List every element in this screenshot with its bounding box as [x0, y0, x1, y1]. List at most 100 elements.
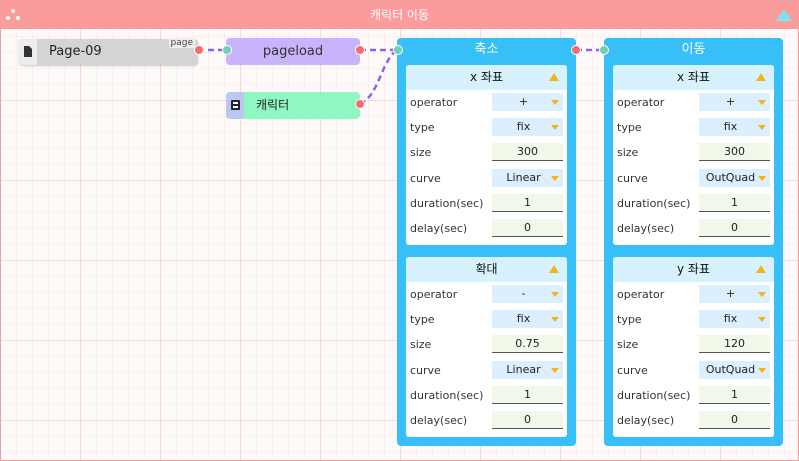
- property-value: 0: [524, 220, 531, 234]
- property-input[interactable]: 1: [699, 385, 770, 404]
- property-value: 0: [731, 412, 738, 426]
- card-header[interactable]: x 좌표: [406, 65, 567, 90]
- pageload-node[interactable]: pageload: [226, 38, 360, 65]
- property-input[interactable]: 1: [492, 193, 563, 212]
- property-value: 300: [517, 145, 538, 159]
- property-select[interactable]: +: [699, 285, 770, 303]
- property-select[interactable]: fix: [492, 310, 563, 329]
- property-input[interactable]: 0.75: [492, 335, 563, 354]
- property-row: duration(sec) 1: [613, 383, 774, 408]
- page-node[interactable]: Page-09 page: [19, 38, 198, 65]
- property-label: type: [617, 313, 642, 327]
- property-input[interactable]: 0: [492, 410, 563, 429]
- property-select[interactable]: Linear: [492, 168, 563, 187]
- property-value: +: [725, 95, 736, 108]
- collapse-arrow-icon[interactable]: [756, 265, 766, 273]
- property-label: delay(sec): [410, 413, 468, 427]
- property-label: size: [410, 338, 432, 352]
- character-tab: [226, 92, 244, 119]
- title-bar: 캐릭터 이동: [1, 1, 798, 29]
- property-label: curve: [410, 171, 441, 185]
- group-shrink[interactable]: 축소 x 좌표 operator + type fix size 300 curve Linea…: [397, 38, 576, 446]
- property-select[interactable]: OutQuad: [699, 360, 770, 379]
- property-input[interactable]: 0: [699, 410, 770, 429]
- property-row: duration(sec) 1: [406, 191, 567, 216]
- property-row: curve Linear: [406, 166, 567, 191]
- property-row: curve OutQuad: [613, 358, 774, 383]
- property-select[interactable]: fix: [492, 118, 563, 137]
- group-title: 이동: [681, 42, 706, 57]
- property-select[interactable]: +: [492, 93, 563, 111]
- property-input[interactable]: 0: [699, 218, 770, 237]
- property-row: type fix: [613, 115, 774, 140]
- shrink-output-port[interactable]: [571, 45, 581, 55]
- property-value: 0: [731, 220, 738, 234]
- property-row: duration(sec) 1: [613, 191, 774, 216]
- property-value: +: [725, 287, 736, 300]
- property-row: operator -: [406, 282, 567, 307]
- property-value: fix: [723, 120, 738, 134]
- property-input[interactable]: 300: [699, 143, 770, 162]
- property-value: 300: [724, 145, 745, 159]
- property-label: curve: [410, 363, 441, 377]
- property-value: OutQuad: [705, 170, 756, 184]
- property-row: duration(sec) 1: [406, 383, 567, 408]
- property-input[interactable]: 1: [492, 385, 563, 404]
- property-select[interactable]: fix: [699, 118, 770, 137]
- pageload-input-port[interactable]: [222, 45, 232, 55]
- collapse-triangle-icon[interactable]: [776, 9, 792, 21]
- card-title: x 좌표: [677, 70, 710, 84]
- property-label: duration(sec): [410, 388, 484, 402]
- property-row: curve OutQuad: [613, 166, 774, 191]
- menu-dots-icon[interactable]: [6, 9, 20, 21]
- canvas[interactable]: 캐릭터 이동 Page-09 page pageload 캐릭터 축소 x 좌표…: [0, 0, 799, 461]
- move-input-port[interactable]: [599, 45, 609, 55]
- shrink-input-port[interactable]: [393, 45, 403, 55]
- property-select[interactable]: +: [699, 93, 770, 111]
- property-select[interactable]: Linear: [492, 360, 563, 379]
- property-value: Linear: [506, 170, 541, 184]
- property-value: 0: [524, 412, 531, 426]
- property-value: -: [521, 287, 526, 300]
- property-label: type: [410, 313, 435, 327]
- property-value: +: [518, 95, 529, 108]
- property-value: OutQuad: [705, 362, 756, 376]
- property-select[interactable]: -: [492, 285, 563, 303]
- property-row: delay(sec) 0: [613, 216, 774, 241]
- property-value: 1: [731, 387, 738, 401]
- property-input[interactable]: 300: [492, 143, 563, 162]
- card-header[interactable]: 확대: [406, 257, 567, 282]
- card-header[interactable]: y 좌표: [613, 257, 774, 282]
- character-node[interactable]: 캐릭터: [226, 92, 360, 119]
- document-icon: [24, 46, 32, 57]
- collapse-arrow-icon[interactable]: [549, 73, 559, 81]
- property-label: size: [617, 146, 639, 160]
- pageload-output-port[interactable]: [355, 45, 365, 55]
- property-label: size: [410, 146, 432, 160]
- card-header[interactable]: x 좌표: [613, 65, 774, 90]
- property-row: size 300: [613, 140, 774, 165]
- page-output-port[interactable]: [194, 45, 204, 55]
- character-node-label: 캐릭터: [256, 98, 290, 112]
- property-card: 확대 operator - type fix size 0.75 curve Linear dur…: [406, 257, 567, 437]
- property-value: 1: [731, 195, 738, 209]
- property-input[interactable]: 0: [492, 218, 563, 237]
- property-value: fix: [516, 312, 531, 326]
- property-row: type fix: [406, 115, 567, 140]
- card-title: y 좌표: [677, 262, 710, 276]
- character-output-port[interactable]: [355, 99, 365, 109]
- group-move[interactable]: 이동 x 좌표 operator + type fix size 300 curve OutQu…: [604, 38, 783, 446]
- property-label: delay(sec): [410, 221, 468, 235]
- collapse-arrow-icon[interactable]: [549, 265, 559, 273]
- property-row: delay(sec) 0: [613, 408, 774, 433]
- card-title: x 좌표: [470, 70, 503, 84]
- property-select[interactable]: OutQuad: [699, 168, 770, 187]
- property-input[interactable]: 1: [699, 193, 770, 212]
- page-node-name: Page-09: [49, 44, 102, 59]
- collapse-arrow-icon[interactable]: [756, 73, 766, 81]
- property-input[interactable]: 120: [699, 335, 770, 354]
- property-label: duration(sec): [617, 388, 691, 402]
- property-select[interactable]: fix: [699, 310, 770, 329]
- property-label: duration(sec): [617, 196, 691, 210]
- property-value: Linear: [506, 362, 541, 376]
